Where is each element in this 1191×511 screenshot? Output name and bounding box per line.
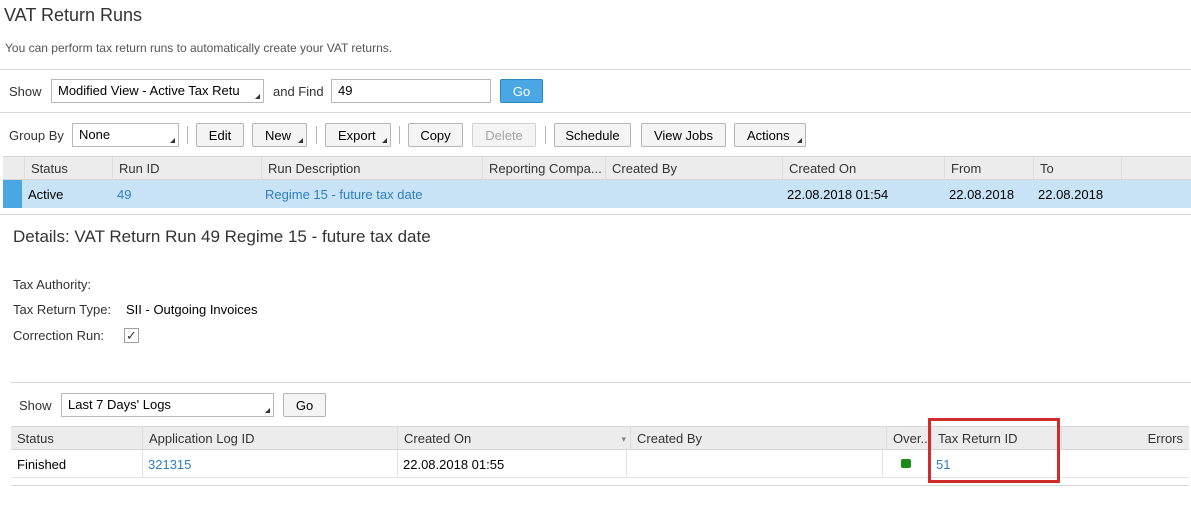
column-header-reporting-company[interactable]: Reporting Compa... bbox=[482, 157, 605, 181]
cell-divider bbox=[626, 450, 627, 478]
column-header-application-log-id[interactable]: Application Log ID bbox=[142, 427, 397, 451]
dropdown-caret-icon bbox=[298, 138, 303, 143]
divider bbox=[0, 214, 1191, 215]
page-subtitle: You can perform tax return runs to autom… bbox=[5, 41, 393, 55]
view-jobs-button[interactable]: View Jobs bbox=[641, 123, 726, 147]
copy-button[interactable]: Copy bbox=[408, 123, 463, 147]
dropdown-caret-icon bbox=[797, 138, 802, 143]
application-log-id-link[interactable]: 321315 bbox=[142, 450, 191, 478]
details-title: Details: VAT Return Run 49 Regime 15 - f… bbox=[13, 227, 431, 246]
new-button[interactable]: New bbox=[252, 123, 307, 147]
go-button[interactable]: Go bbox=[500, 79, 543, 103]
cell-created-on: 22.08.2018 01:54 bbox=[787, 187, 889, 202]
tax-authority-label: Tax Authority: bbox=[13, 277, 92, 292]
run-description-link[interactable]: Regime 15 - future tax date bbox=[259, 180, 423, 208]
schedule-button[interactable]: Schedule bbox=[554, 123, 631, 147]
cell-reporting-company bbox=[482, 180, 488, 208]
column-header-created-by[interactable]: Created By bbox=[605, 157, 782, 181]
cell-status: Active bbox=[28, 187, 64, 202]
delete-button[interactable]: Delete bbox=[472, 123, 536, 147]
column-header-created-by[interactable]: Created By bbox=[630, 427, 886, 451]
cell-to: 22.08.2018 bbox=[1038, 187, 1104, 202]
created-on-label: Created On bbox=[404, 431, 472, 446]
table-row[interactable]: Active 49 Regime 15 - future tax date 22… bbox=[3, 180, 1191, 208]
correction-run-checkbox[interactable]: ✓ bbox=[124, 328, 139, 343]
new-button-label: New bbox=[265, 128, 292, 143]
dropdown-caret-icon bbox=[255, 94, 260, 99]
divider bbox=[11, 382, 1191, 383]
cell-created-by bbox=[630, 450, 636, 478]
column-header-from[interactable]: From bbox=[944, 157, 1033, 181]
divider bbox=[11, 485, 1189, 486]
edit-button[interactable]: Edit bbox=[196, 123, 244, 147]
column-header-run-id[interactable]: Run ID bbox=[112, 157, 261, 181]
export-button-label: Export bbox=[338, 128, 376, 143]
tax-return-type-value: SII - Outgoing Invoices bbox=[126, 302, 258, 317]
actions-button[interactable]: Actions bbox=[734, 123, 806, 147]
run-id-link[interactable]: 49 bbox=[111, 180, 131, 208]
cell-from: 22.08.2018 bbox=[949, 187, 1015, 202]
column-header-created-on[interactable]: Created On bbox=[782, 157, 944, 181]
find-label: and Find bbox=[273, 84, 324, 99]
column-header-status[interactable]: Status bbox=[11, 427, 142, 451]
view-select[interactable]: Modified View - Active Tax Retu bbox=[51, 79, 264, 103]
show-label: Show bbox=[9, 84, 42, 99]
divider bbox=[0, 112, 1191, 113]
page-title: VAT Return Runs bbox=[4, 5, 143, 25]
select-column-header[interactable] bbox=[3, 157, 24, 181]
find-input[interactable]: 49 bbox=[331, 79, 491, 103]
correction-run-label: Correction Run: bbox=[13, 328, 105, 343]
logs-view-select[interactable]: Last 7 Days' Logs bbox=[61, 393, 274, 417]
tax-return-type-label: Tax Return Type: bbox=[13, 302, 112, 317]
actions-button-label: Actions bbox=[747, 128, 790, 143]
divider bbox=[0, 69, 1191, 70]
status-ok-icon bbox=[901, 459, 911, 468]
runs-table-header: Status Run ID Run Description Reporting … bbox=[3, 156, 1191, 181]
dropdown-caret-icon bbox=[170, 138, 175, 143]
logs-show-label: Show bbox=[19, 398, 52, 413]
column-header-status[interactable]: Status bbox=[24, 157, 112, 181]
group-by-select[interactable]: None bbox=[72, 123, 179, 147]
view-select-value: Modified View - Active Tax Retu bbox=[58, 83, 240, 98]
column-header-errors[interactable]: Errors bbox=[1061, 427, 1189, 451]
export-button[interactable]: Export bbox=[325, 123, 391, 147]
filter-icon: ▾ bbox=[621, 434, 626, 444]
cell-created-by bbox=[605, 180, 611, 208]
dropdown-caret-icon bbox=[265, 408, 270, 413]
column-header-to[interactable]: To bbox=[1033, 157, 1121, 181]
cell-status: Finished bbox=[17, 457, 67, 472]
cell-errors bbox=[1061, 450, 1067, 478]
highlight-annotation bbox=[928, 418, 1060, 483]
toolbar-separator bbox=[187, 126, 188, 144]
column-header-filler bbox=[1121, 157, 1191, 181]
toolbar-separator bbox=[399, 126, 400, 144]
toolbar-separator bbox=[316, 126, 317, 144]
column-header-overall-status[interactable]: Over... bbox=[886, 427, 931, 451]
row-selector[interactable] bbox=[3, 180, 22, 208]
group-by-label: Group By bbox=[9, 128, 64, 143]
cell-created-on: 22.08.2018 01:55 bbox=[403, 457, 505, 472]
column-header-run-description[interactable]: Run Description bbox=[261, 157, 482, 181]
group-by-value: None bbox=[79, 127, 111, 142]
logs-go-button[interactable]: Go bbox=[283, 393, 326, 417]
column-header-created-on[interactable]: Created On ▾ bbox=[397, 427, 630, 451]
dropdown-caret-icon bbox=[382, 138, 387, 143]
toolbar-separator bbox=[545, 126, 546, 144]
logs-view-value: Last 7 Days' Logs bbox=[68, 397, 171, 412]
cell-divider bbox=[882, 450, 883, 478]
